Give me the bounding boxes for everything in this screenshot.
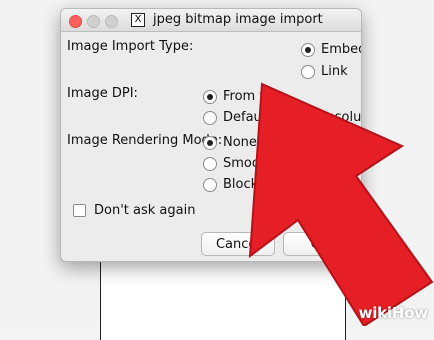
smooth-radio[interactable] — [203, 156, 217, 171]
from-file-label: From file — [223, 89, 280, 104]
none-auto-radio[interactable] — [203, 135, 217, 150]
smooth-radio-option[interactable]: Smooth (optimizeQuality) — [203, 156, 362, 171]
maximize-window-button[interactable] — [105, 15, 118, 28]
window-title: jpeg bitmap image import — [153, 12, 323, 27]
from-file-radio[interactable] — [203, 89, 217, 104]
default-resolution-radio[interactable] — [203, 110, 217, 125]
image-import-dialog: X jpeg bitmap image import Image Import … — [60, 8, 362, 262]
blocky-radio-option[interactable]: Blocky (optimizeSpeed) — [203, 177, 362, 192]
x11-icon: X — [131, 13, 145, 27]
link-radio-option[interactable]: Link — [301, 64, 348, 79]
blocky-radio[interactable] — [203, 177, 217, 192]
dont-ask-again-checkbox[interactable] — [73, 204, 86, 217]
from-file-radio-option[interactable]: From file — [203, 89, 279, 104]
wikihow-watermark: wikiHow — [358, 304, 429, 322]
background-document-sheet — [100, 250, 346, 340]
close-window-button[interactable] — [69, 15, 82, 28]
image-import-type-label: Image Import Type: — [67, 39, 194, 54]
embed-label: Embed — [321, 42, 362, 57]
embed-radio-option[interactable]: Embed — [301, 42, 362, 57]
blocky-label: Blocky (optimizeSpeed) — [223, 177, 362, 192]
smooth-label: Smooth (optimizeQuality) — [223, 156, 362, 171]
image-rendering-mode-label: Image Rendering Mode: — [67, 133, 223, 148]
link-label: Link — [321, 64, 348, 79]
minimize-window-button[interactable] — [87, 15, 100, 28]
dont-ask-again-label: Don't ask again — [94, 203, 196, 218]
link-radio[interactable] — [301, 64, 315, 79]
image-dpi-label: Image DPI: — [67, 86, 138, 101]
embed-radio[interactable] — [301, 42, 315, 57]
none-auto-radio-option[interactable]: None (auto) — [203, 135, 300, 150]
cancel-button[interactable]: Cancel — [201, 232, 275, 256]
default-resolution-label: Default import resolution — [223, 110, 362, 125]
none-auto-label: None (auto) — [223, 135, 301, 150]
ok-button[interactable]: OK — [283, 232, 357, 256]
default-resolution-radio-option[interactable]: Default import resolution — [203, 110, 362, 125]
dont-ask-again-option[interactable]: Don't ask again — [73, 203, 195, 218]
titlebar: X jpeg bitmap image import — [61, 9, 361, 32]
